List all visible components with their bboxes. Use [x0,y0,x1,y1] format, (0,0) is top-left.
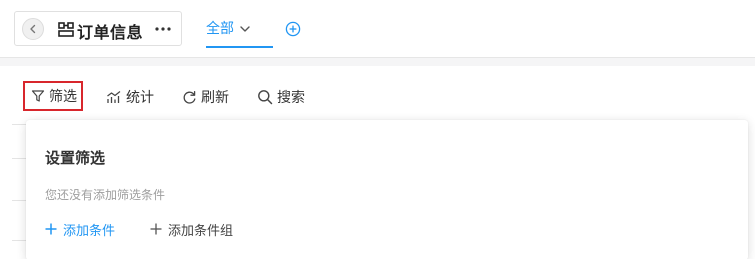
statistics-button[interactable]: 统计 [106,82,154,112]
more-button[interactable] [153,21,173,37]
add-condition-group-button[interactable]: 添加条件组 [150,219,233,239]
add-condition-label: 添加条件 [63,223,116,239]
filter-panel-title: 设置筛选 [45,149,106,167]
plus-icon [45,223,57,235]
table-divider [12,200,26,201]
refresh-label: 刷新 [201,90,229,106]
search-icon [258,90,273,105]
filter-empty-text: 您还没有添加筛选条件 [45,188,166,202]
filter-panel: 设置筛选 您还没有添加筛选条件 添加条件 添加条件组 [26,120,748,259]
page-title: 订单信息 [77,23,144,42]
filter-icon [31,90,45,102]
refresh-icon [183,90,196,104]
chart-icon [107,91,121,103]
worksheet-icon [58,22,74,37]
plus-icon [150,223,162,235]
table-divider [12,124,26,125]
back-button[interactable] [22,18,44,40]
search-button[interactable]: 搜索 [257,82,305,112]
more-icon [155,27,171,31]
statistics-label: 统计 [126,90,154,106]
view-tab-all[interactable]: 全部 [206,14,254,50]
filter-label: 筛选 [49,89,77,105]
chevron-left-icon [30,24,36,34]
view-tab-label: 全部 [206,21,234,37]
search-label: 搜索 [277,90,305,106]
add-condition-group-label: 添加条件组 [168,223,234,239]
add-circle-icon[interactable] [285,21,301,37]
filter-button[interactable]: 筛选 [23,81,83,111]
table-divider [12,158,26,159]
table-divider [12,240,26,241]
worksheet-title-card: 订单信息 [14,11,182,46]
refresh-button[interactable]: 刷新 [182,82,229,112]
add-condition-button[interactable]: 添加条件 [45,219,115,239]
chevron-down-icon [240,14,254,44]
app-header: 订单信息 全部 [0,0,755,58]
active-tab-underline [206,46,273,48]
